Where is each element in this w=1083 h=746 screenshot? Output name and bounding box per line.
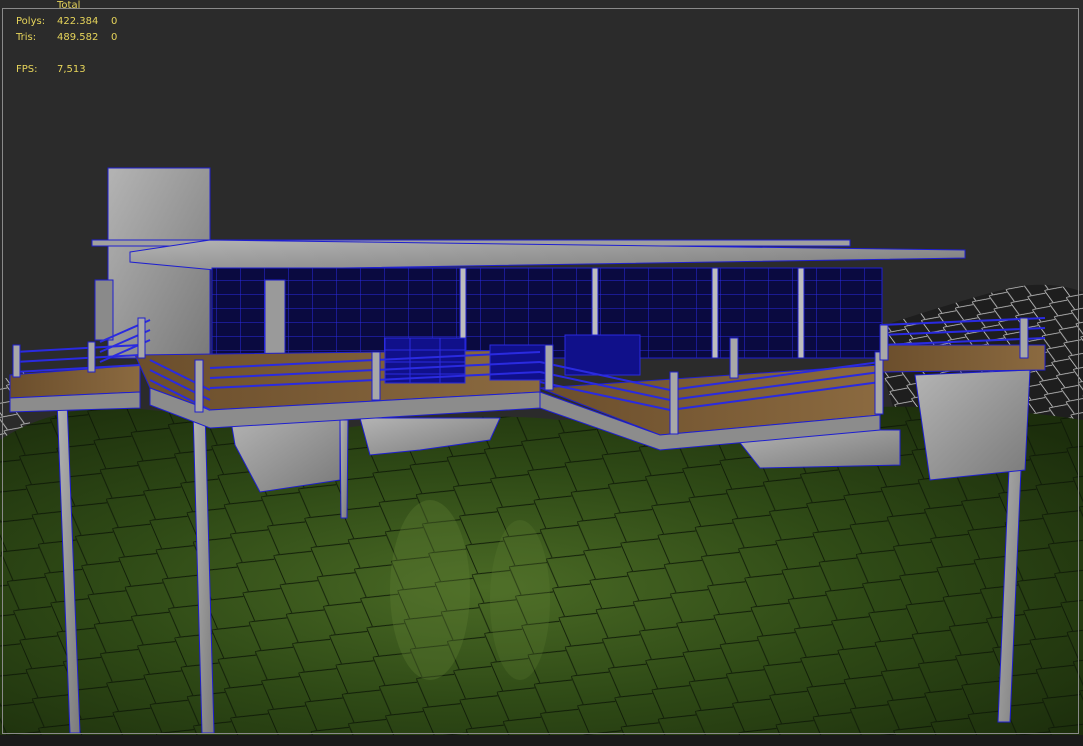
bottom-strip <box>0 735 1083 746</box>
stats-fps-value: 7,513 <box>57 64 86 75</box>
stats-tris-selected: 0 <box>111 32 118 43</box>
stats-polys-label: Polys: <box>16 16 46 27</box>
stats-tris-label: Tris: <box>16 32 37 43</box>
stats-polys-selected: 0 <box>111 16 118 27</box>
3d-viewport[interactable]: Total Polys: 422.384 0 Tris: 489.582 0 F… <box>0 0 1083 746</box>
stats-tris-total: 489.582 <box>57 32 99 43</box>
terrain-hill <box>0 406 1083 735</box>
stats-header: Total <box>57 0 81 11</box>
stats-fps-label: FPS: <box>16 64 38 75</box>
scene-render[interactable] <box>0 0 1083 746</box>
stats-polys-total: 422.384 <box>57 16 99 27</box>
